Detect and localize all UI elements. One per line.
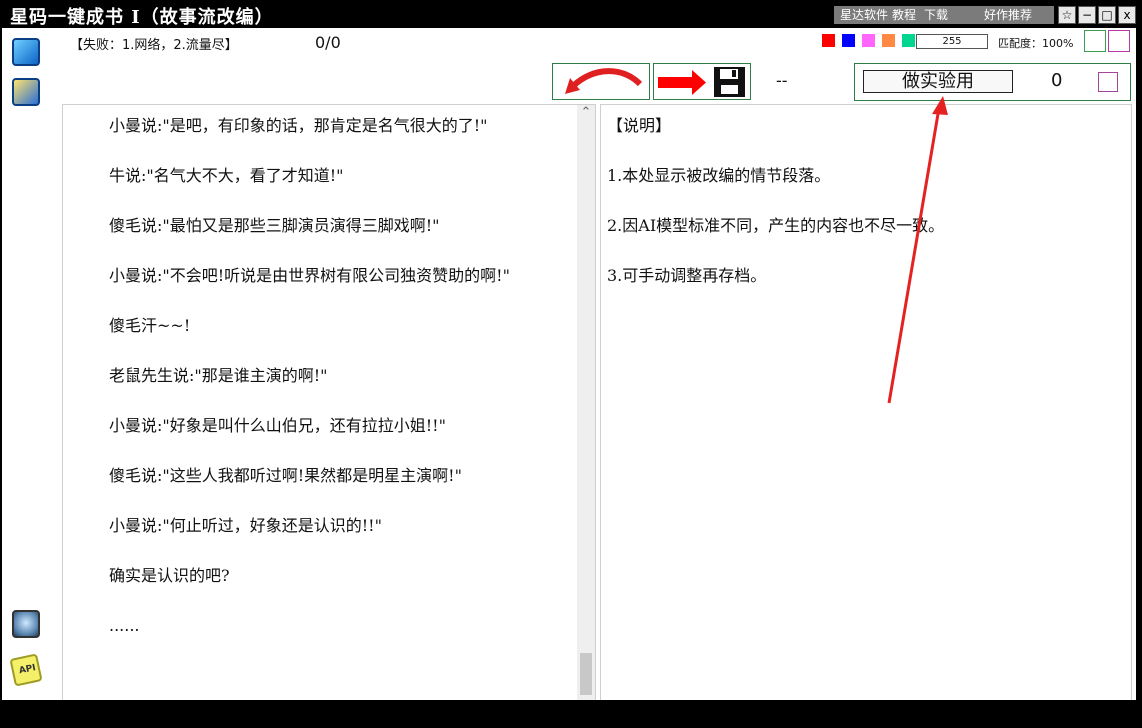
pink-color-swatch[interactable]	[862, 34, 875, 47]
edit-book-icon[interactable]	[12, 78, 40, 106]
note-item: 2.因AI模型标准不同，产生的内容也不尽一致。	[607, 216, 945, 235]
notes-panel[interactable]: 【说明】 1.本处显示被改编的情节段落。 2.因AI模型标准不同，产生的内容也不…	[600, 104, 1132, 716]
robot-icon[interactable]	[12, 610, 40, 638]
download-link[interactable]: 下载	[924, 6, 948, 24]
green-color-swatch[interactable]	[902, 34, 915, 47]
back-button[interactable]	[552, 63, 650, 100]
notes-heading: 【说明】	[607, 116, 672, 135]
recommend-link[interactable]: 好作推荐	[984, 6, 1032, 24]
story-panel[interactable]: 小曼说:"是吧，有印象的话，那肯定是名气很大的了!" 牛说:"名气大不大，看了才…	[62, 104, 596, 716]
experiment-count: 0	[1051, 70, 1063, 91]
status-text: 【失败：1.网络，2.流量尽】	[70, 38, 238, 53]
save-button[interactable]	[653, 63, 751, 100]
app-title: 星码一键成书 I（故事流改编）	[10, 7, 274, 28]
curved-back-arrow-icon	[565, 68, 643, 94]
story-line: 傻毛汗~~!	[109, 316, 191, 335]
experiment-checkbox[interactable]	[1098, 72, 1118, 92]
story-line: 牛说:"名气大不大，看了才知道!"	[109, 166, 344, 185]
green-checkbox[interactable]	[1084, 30, 1106, 52]
minimize-icon[interactable]: −	[1078, 6, 1096, 24]
story-line: 小曼说:"好象是叫什么山伯兄，还有拉拉小姐!!"	[109, 416, 446, 435]
story-text-area[interactable]: 小曼说:"是吧，有印象的话，那肯定是名气很大的了!" 牛说:"名气大不大，看了才…	[69, 113, 575, 663]
annotation-arrow	[887, 96, 948, 404]
scroll-up-icon[interactable]: ⌃	[577, 105, 595, 121]
tutorial-link[interactable]: 教程	[892, 6, 916, 24]
note-item: 3.可手动调整再存档。	[607, 266, 767, 285]
story-line: 确实是认识的吧?	[109, 566, 230, 585]
red-color-swatch[interactable]	[822, 34, 835, 47]
level-input[interactable]: 255	[916, 34, 988, 49]
experiment-button[interactable]: 做实验用	[863, 70, 1013, 93]
note-item: 1.本处显示被改编的情节段落。	[607, 166, 831, 185]
title-links: 星达软件 教程 下载 好作推荐	[834, 6, 1054, 24]
story-scrollbar[interactable]: ⌃ ⌄	[577, 105, 595, 715]
story-line: 老鼠先生说:"那是谁主演的啊!"	[109, 366, 328, 385]
api-note-icon[interactable]: API	[9, 653, 43, 687]
story-line: 小曼说:"不会吧!听说是由世界树有限公司独资赞助的啊!"	[109, 266, 510, 285]
title-bar: 星码一键成书 I（故事流改编） 星达软件 教程 下载 好作推荐 ☆ − □ x	[0, 0, 1142, 28]
story-line: 小曼说:"何止听过，好象还是认识的!!"	[109, 516, 382, 535]
arrow-save-icon	[658, 67, 745, 97]
mode-dash: --	[776, 71, 788, 90]
progress-counter: 0/0	[315, 33, 341, 52]
orange-color-swatch[interactable]	[882, 34, 895, 47]
story-line: 傻毛说:"这些人我都听过啊!果然都是明星主演啊!"	[109, 466, 462, 485]
story-line: 傻毛说:"最怕又是那些三脚演员演得三脚戏啊!"	[109, 216, 440, 235]
book-icon[interactable]	[12, 38, 40, 66]
match-label: 匹配度：100%	[998, 37, 1074, 50]
close-icon[interactable]: x	[1118, 6, 1136, 24]
maximize-icon[interactable]: □	[1098, 6, 1116, 24]
bottom-bar	[0, 700, 1142, 728]
favorite-icon[interactable]: ☆	[1058, 6, 1076, 24]
story-line: ......	[109, 616, 140, 635]
software-link[interactable]: 星达软件	[840, 6, 888, 24]
main-window: API 【失败：1.网络，2.流量尽】 0/0 255 匹配度：100% -- …	[2, 28, 1136, 716]
magenta-checkbox[interactable]	[1108, 30, 1130, 52]
notes-text: 【说明】 1.本处显示被改编的情节段落。 2.因AI模型标准不同，产生的内容也不…	[607, 113, 1112, 313]
story-line: 小曼说:"是吧，有印象的话，那肯定是名气很大的了!"	[109, 116, 488, 135]
blue-color-swatch[interactable]	[842, 34, 855, 47]
scroll-thumb[interactable]	[580, 653, 592, 695]
